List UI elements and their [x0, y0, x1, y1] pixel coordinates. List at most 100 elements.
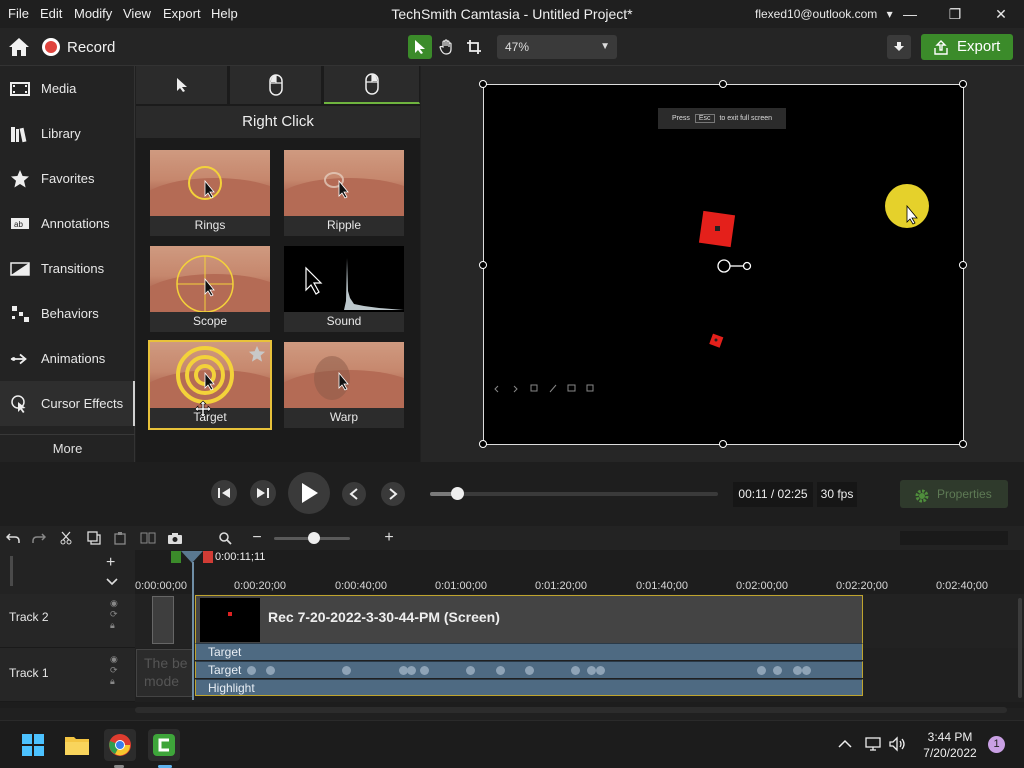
click-marker[interactable]	[773, 666, 782, 675]
add-track-icon[interactable]: +	[106, 554, 115, 572]
effect-tile-rings[interactable]: Rings	[150, 150, 270, 236]
camera-icon[interactable]	[167, 530, 183, 546]
track-controls-icon[interactable]: ◉ ⟳ 🔒︎	[110, 654, 118, 687]
effect-tile-scope[interactable]: Scope	[150, 246, 270, 332]
more-button[interactable]: More	[0, 434, 135, 462]
zoom-search-icon[interactable]	[217, 530, 233, 546]
sidebar-item-annotations[interactable]: ab Annotations	[0, 201, 135, 246]
chrome-icon[interactable]	[104, 729, 136, 761]
resize-handle[interactable]	[959, 261, 967, 269]
restore-button[interactable]: ❐	[941, 2, 969, 26]
step-forward-button[interactable]	[250, 480, 276, 506]
undo-icon[interactable]	[5, 530, 21, 546]
windows-start-icon[interactable]	[17, 729, 49, 761]
notification-badge[interactable]: 1	[988, 736, 1005, 753]
sidebar-item-cursor-effects[interactable]: Cursor Effects	[0, 381, 135, 426]
resize-handle[interactable]	[959, 80, 967, 88]
tab-left-click[interactable]	[230, 66, 322, 104]
system-clock[interactable]: 3:44 PM 7/20/2022	[920, 729, 980, 761]
click-marker[interactable]	[466, 666, 475, 675]
track-header-2[interactable]: Track 2 ◉ ⟳ 🔒︎	[0, 594, 135, 648]
camtasia-icon[interactable]	[148, 729, 180, 761]
export-button[interactable]: Export	[921, 34, 1013, 60]
click-marker[interactable]	[407, 666, 416, 675]
playhead-line[interactable]	[192, 562, 194, 700]
play-button[interactable]	[288, 472, 330, 514]
menu-help[interactable]: Help	[211, 6, 238, 21]
sidebar-item-transitions[interactable]: Transitions	[0, 246, 135, 291]
scrub-track[interactable]	[430, 487, 718, 500]
favorite-star-icon[interactable]	[248, 345, 266, 366]
effect-row-highlight[interactable]: Highlight	[195, 679, 863, 696]
volume-icon[interactable]	[888, 736, 906, 755]
click-marker[interactable]	[266, 666, 275, 675]
select-tool-button[interactable]	[408, 35, 432, 59]
redo-icon[interactable]	[31, 530, 47, 546]
zoom-select[interactable]: 47% ▼	[497, 35, 617, 59]
sidebar-item-library[interactable]: Library	[0, 111, 135, 156]
account-menu[interactable]: flexed10@outlook.com ▾	[755, 7, 893, 21]
click-marker[interactable]	[793, 666, 802, 675]
timeline-vertical-scrollbar[interactable]	[1018, 598, 1022, 698]
click-marker[interactable]	[802, 666, 811, 675]
menu-edit[interactable]: Edit	[40, 6, 62, 21]
resize-handle[interactable]	[959, 440, 967, 448]
tab-right-click[interactable]	[324, 66, 420, 104]
sidebar-item-media[interactable]: Media	[0, 66, 135, 111]
click-marker[interactable]	[525, 666, 534, 675]
click-marker[interactable]	[496, 666, 505, 675]
effect-tile-warp[interactable]: Warp	[284, 342, 404, 428]
file-explorer-icon[interactable]	[61, 729, 93, 761]
pan-tool-button[interactable]	[435, 35, 459, 59]
resize-handle[interactable]	[479, 440, 487, 448]
effect-tile-sound[interactable]: Sound	[284, 246, 404, 332]
timeline-scrollbar[interactable]	[135, 707, 1007, 713]
screen-recording-clip[interactable]: Rec 7-20-2022-3-30-44-PM (Screen)	[195, 595, 863, 643]
timeline-zoom-slider[interactable]	[274, 532, 350, 544]
click-marker[interactable]	[420, 666, 429, 675]
scrub-thumb[interactable]	[451, 487, 464, 500]
click-marker[interactable]	[342, 666, 351, 675]
click-marker[interactable]	[587, 666, 596, 675]
timeline-zoom-thumb[interactable]	[308, 532, 320, 544]
resize-handle[interactable]	[719, 440, 727, 448]
track-header-1[interactable]: Track 1 ◉ ⟳ 🔒︎	[0, 648, 135, 702]
tab-cursor[interactable]	[136, 66, 228, 104]
chevron-down-icon[interactable]	[106, 574, 118, 589]
chevron-up-icon[interactable]	[838, 737, 852, 752]
close-button[interactable]: ✕	[987, 2, 1015, 26]
home-icon[interactable]	[8, 37, 30, 57]
resize-handle[interactable]	[479, 261, 487, 269]
track-height-slider[interactable]	[10, 556, 13, 586]
timeline-ruler[interactable]: 0:00:00;00 0:00:20;00 0:00:40;00 0:01:00…	[135, 550, 1024, 594]
effect-tile-target[interactable]: Target	[148, 340, 272, 430]
click-marker[interactable]	[571, 666, 580, 675]
small-clip[interactable]	[152, 596, 174, 644]
effect-row-target[interactable]: Target	[195, 643, 863, 660]
crop-tool-button[interactable]	[462, 35, 486, 59]
click-marker[interactable]	[596, 666, 605, 675]
next-marker-button[interactable]	[381, 482, 405, 506]
track-controls-icon[interactable]: ◉ ⟳ 🔒︎	[110, 598, 118, 631]
effect-row-target-markers[interactable]: Target	[195, 661, 863, 678]
record-button[interactable]: Record	[42, 37, 115, 57]
split-icon[interactable]	[140, 530, 156, 546]
sidebar-item-animations[interactable]: Animations	[0, 336, 135, 381]
sidebar-item-favorites[interactable]: Favorites	[0, 156, 135, 201]
copy-icon[interactable]	[86, 530, 102, 546]
click-marker[interactable]	[757, 666, 766, 675]
menu-export[interactable]: Export	[163, 6, 201, 21]
effect-tile-ripple[interactable]: Ripple	[284, 150, 404, 236]
previous-marker-button[interactable]	[342, 482, 366, 506]
click-marker[interactable]	[247, 666, 256, 675]
zoom-in-icon[interactable]: +	[381, 529, 397, 546]
menu-view[interactable]: View	[123, 6, 151, 21]
menu-modify[interactable]: Modify	[74, 6, 112, 21]
in-point-marker[interactable]	[171, 551, 181, 563]
paste-icon[interactable]	[112, 530, 128, 546]
download-button[interactable]	[887, 35, 911, 59]
resize-handle[interactable]	[479, 80, 487, 88]
preview-canvas[interactable]	[479, 80, 967, 448]
network-icon[interactable]	[864, 736, 882, 755]
cut-icon[interactable]	[58, 530, 74, 546]
